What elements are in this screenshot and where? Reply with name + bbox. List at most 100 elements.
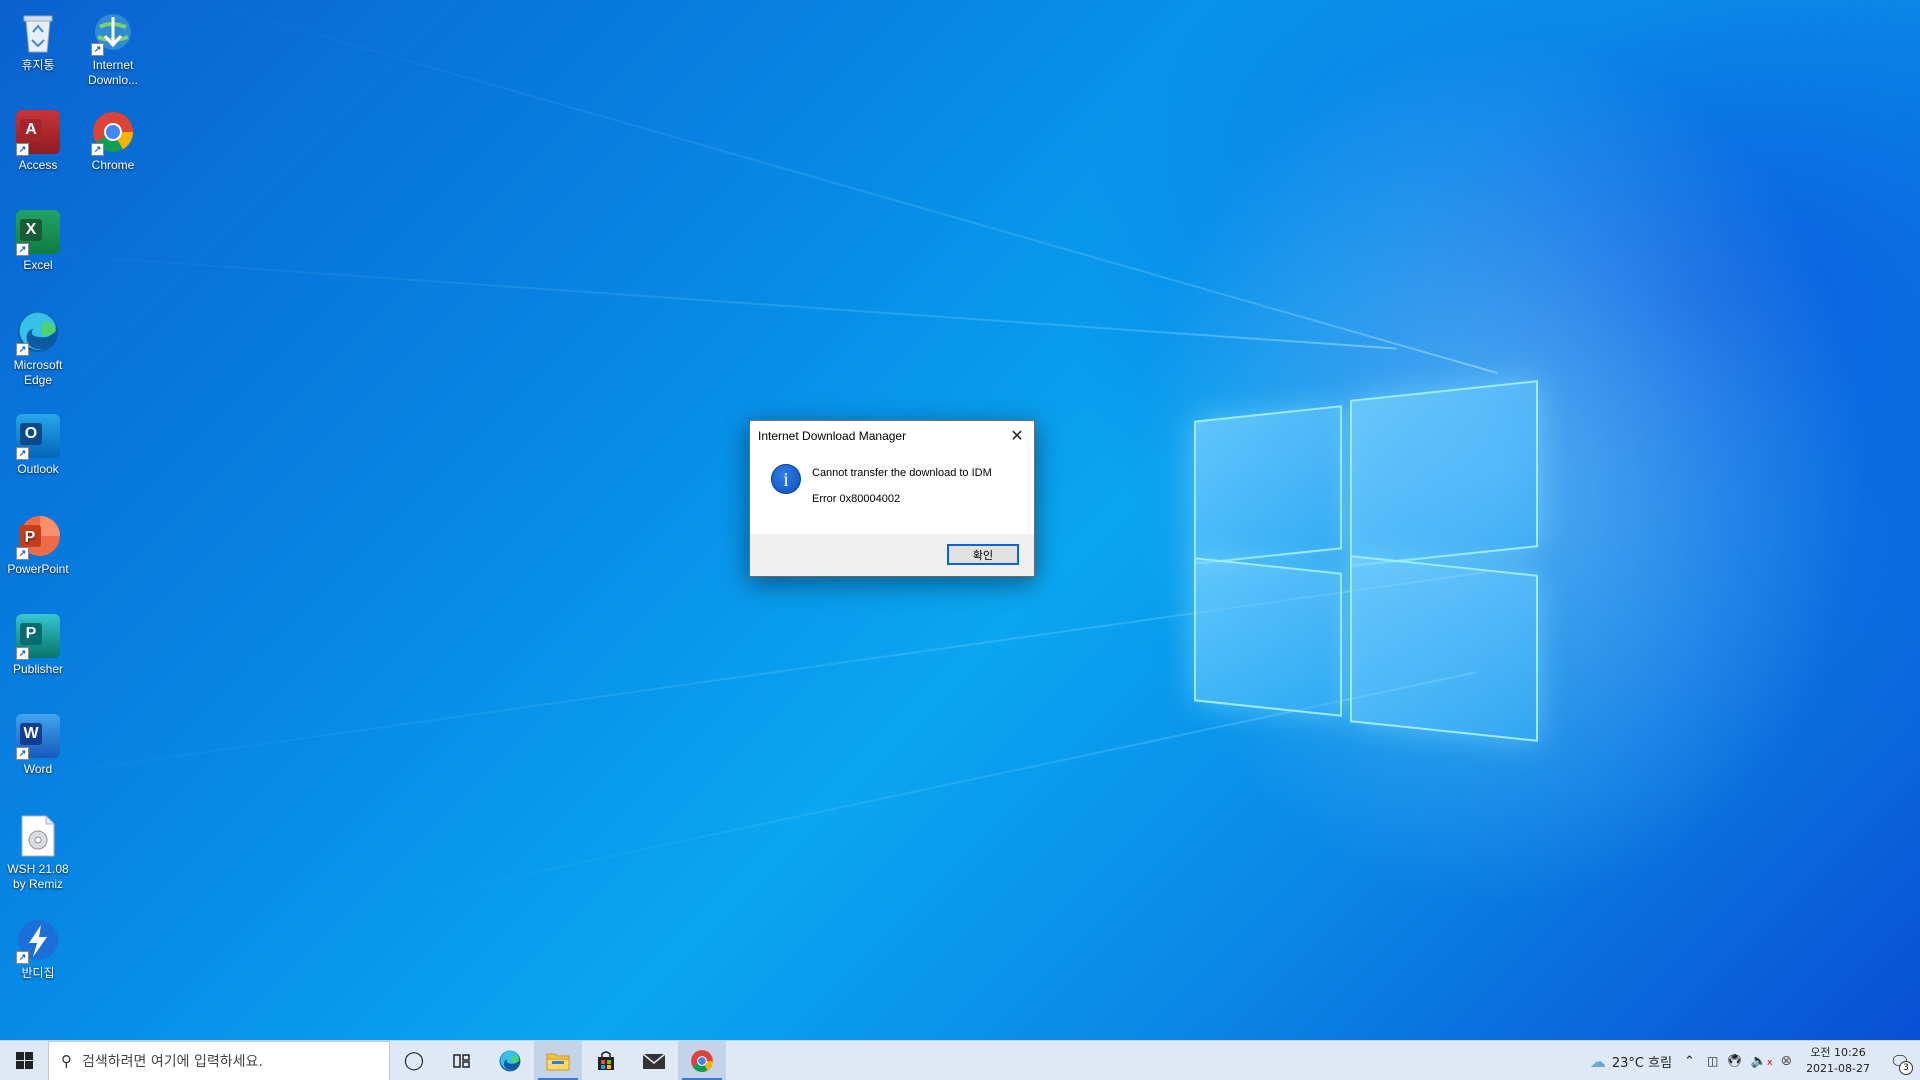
desktop-icon-label: Publisher — [12, 662, 64, 676]
cortana-button[interactable]: ◯ — [390, 1041, 438, 1080]
notification-center-button[interactable]: 🗨 3 — [1880, 1041, 1920, 1080]
desktop-icon-label: Access — [18, 158, 58, 172]
shortcut-arrow-icon: ↗ — [16, 447, 29, 460]
idm-error-dialog: Internet Download Manager ✕ i Cannot tra… — [749, 420, 1035, 577]
shortcut-arrow-icon: ↗ — [16, 243, 29, 256]
volume-button[interactable]: 🔈x — [1747, 1041, 1777, 1080]
tray-app-button[interactable]: ◫ — [1703, 1041, 1722, 1080]
taskbar-clock[interactable]: 오전 10:26 2021-08-27 — [1796, 1045, 1880, 1077]
desktop-icon-recycle-bin[interactable]: 휴지통 — [0, 8, 76, 73]
system-tray: ☁ 23°C 흐림 ⌃ ◫ 🖲 🔈x ⊗ 오전 10:26 2021-08-27… — [1586, 1041, 1920, 1080]
show-hidden-icons-button[interactable]: ⌃ — [1676, 1041, 1703, 1080]
desktop-icon-label: PowerPoint — [7, 562, 69, 576]
chevron-up-icon: ⌃ — [1684, 1053, 1695, 1069]
desktop-icon-wsh[interactable]: WSH 21.08 by Remiz — [0, 812, 76, 892]
wsh-file-icon — [14, 812, 62, 860]
shortcut-arrow-icon: ↗ — [16, 951, 29, 964]
desktop-icon-label: Excel — [23, 258, 53, 272]
dialog-title: Internet Download Manager — [758, 429, 907, 443]
chrome-icon: ↗ — [89, 108, 137, 156]
shortcut-arrow-icon: ↗ — [16, 343, 29, 356]
word-icon: W ↗ — [14, 712, 62, 760]
taskbar-edge-button[interactable] — [486, 1041, 534, 1080]
shortcut-arrow-icon: ↗ — [91, 43, 104, 56]
light-beam — [0, 250, 1397, 350]
svg-text:P: P — [25, 529, 36, 546]
recycle-bin-icon — [14, 8, 62, 56]
task-view-button[interactable] — [438, 1041, 486, 1080]
chrome-icon — [691, 1049, 713, 1072]
notification-count-badge: 3 — [1899, 1061, 1913, 1075]
publisher-icon: P ↗ — [14, 612, 62, 660]
weather-widget[interactable]: ☁ 23°C 흐림 — [1586, 1041, 1676, 1080]
circle-x-icon: ⊗ — [1780, 1053, 1793, 1069]
cloud-icon: ☁ — [1589, 1051, 1606, 1071]
shortcut-arrow-icon: ↗ — [16, 143, 29, 156]
powerpoint-icon: P ↗ — [14, 512, 62, 560]
desktop-icon-label: WSH 21.08 by Remiz — [7, 862, 69, 891]
clock-time: 오전 10:26 — [1810, 1046, 1866, 1059]
desktop-icon-label: 반디집 — [21, 966, 55, 980]
bandizip-icon: ↗ — [14, 916, 62, 964]
shortcut-arrow-icon: ↗ — [91, 143, 104, 156]
weather-text: 23°C 흐림 — [1611, 1055, 1673, 1071]
desktop-icon-outlook[interactable]: O ↗ Outlook — [0, 412, 76, 477]
outlook-icon: O ↗ — [14, 412, 62, 460]
desktop-icon-label: Outlook — [17, 462, 59, 476]
windows-logo-pane — [1350, 380, 1538, 567]
light-beam — [199, 0, 1498, 375]
desktop-icon-excel[interactable]: X ↗ Excel — [0, 208, 76, 273]
desktop-icon-word[interactable]: W ↗ Word — [0, 712, 76, 777]
volume-muted-icon: 🔈x — [1750, 1053, 1773, 1069]
access-icon: A ↗ — [14, 108, 62, 156]
taskbar-file-explorer-button[interactable] — [534, 1040, 582, 1080]
desktop-icon-label: Microsoft Edge — [13, 358, 63, 387]
desktop-icon-publisher[interactable]: P ↗ Publisher — [0, 612, 76, 677]
dialog-message: Cannot transfer the download to IDM — [812, 467, 992, 479]
desktop-icon-chrome[interactable]: ↗ Chrome — [75, 108, 151, 173]
mail-icon — [642, 1052, 666, 1069]
task-view-icon — [453, 1053, 470, 1068]
windows-logo-pane — [1350, 555, 1538, 742]
taskbar-search-box[interactable]: ⚲ 검색하려면 여기에 입력하세요. — [48, 1040, 390, 1080]
file-explorer-icon — [546, 1053, 570, 1070]
dialog-footer: 확인 — [750, 534, 1034, 576]
taskbar-chrome-button[interactable] — [678, 1040, 726, 1080]
windows-logo-pane — [1194, 405, 1342, 565]
desktop-icon-access[interactable]: A ↗ Access — [0, 108, 76, 173]
tray-status-button[interactable]: ⊗ — [1776, 1041, 1796, 1080]
start-button[interactable] — [0, 1041, 48, 1080]
search-placeholder: 검색하려면 여기에 입력하세요. — [82, 1053, 263, 1070]
desktop-icon-label: Word — [23, 762, 53, 776]
desktop-icon-edge[interactable]: ↗ Microsoft Edge — [0, 308, 76, 388]
dialog-body: i Cannot transfer the download to IDM Er… — [750, 451, 1034, 535]
desktop-icon-label: 휴지통 — [21, 58, 55, 72]
dialog-titlebar[interactable]: Internet Download Manager ✕ — [750, 421, 1034, 451]
excel-icon: X ↗ — [14, 208, 62, 256]
windows-logo-icon — [15, 1052, 33, 1069]
dialog-error-code: Error 0x80004002 — [812, 493, 901, 505]
desktop-icon-label: Chrome — [91, 158, 135, 172]
store-icon — [598, 1050, 614, 1070]
taskbar-mail-button[interactable] — [630, 1041, 678, 1080]
shortcut-arrow-icon: ↗ — [16, 747, 29, 760]
info-icon: i — [771, 464, 801, 494]
network-icon: 🖲 — [1726, 1053, 1743, 1069]
desktop-icon-bandizip[interactable]: ↗ 반디집 — [0, 916, 76, 981]
shortcut-arrow-icon: ↗ — [16, 547, 29, 560]
network-button[interactable]: 🖲 — [1722, 1041, 1747, 1080]
close-icon[interactable]: ✕ — [1000, 421, 1034, 451]
edge-icon: ↗ — [14, 308, 62, 356]
taskbar: ⚲ 검색하려면 여기에 입력하세요. ◯ ☁ 23°C 흐림 ⌃ ◫ 🖲 🔈x … — [0, 1040, 1920, 1080]
shortcut-arrow-icon: ↗ — [16, 647, 29, 660]
tray-app-icon: ◫ — [1706, 1054, 1719, 1068]
desktop-icon-powerpoint[interactable]: P ↗ PowerPoint — [0, 512, 76, 577]
clock-date: 2021-08-27 — [1806, 1062, 1870, 1075]
desktop-icon-idm[interactable]: ↗ Internet Downlo... — [75, 8, 151, 88]
idm-icon: ↗ — [89, 8, 137, 56]
taskbar-store-button[interactable] — [582, 1041, 630, 1080]
desktop-icon-label: Internet Downlo... — [87, 58, 139, 87]
search-icon: ⚲ — [61, 1051, 72, 1070]
edge-icon — [499, 1050, 521, 1071]
ok-button[interactable]: 확인 — [947, 544, 1019, 565]
